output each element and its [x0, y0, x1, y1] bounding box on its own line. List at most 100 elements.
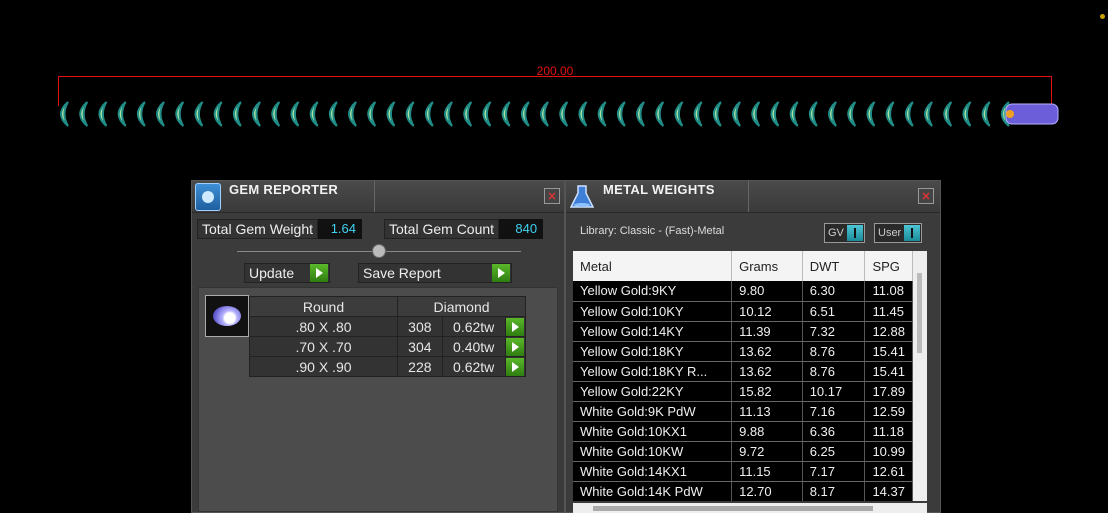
metal-dwt: 6.25 [802, 441, 866, 462]
metal-row[interactable]: Yellow Gold:10KY 10.12 6.51 11.45 [573, 301, 913, 322]
chain-link [271, 101, 281, 127]
metal-name: White Gold:14KX1 [573, 461, 733, 482]
gem-row-go-button[interactable] [504, 316, 527, 337]
gem-row[interactable]: .80 X .80 308 0.62tw [249, 316, 527, 337]
play-arrow-icon [506, 317, 525, 336]
metal-row[interactable]: White Gold:14KX1 11.15 7.17 12.61 [573, 461, 913, 482]
metal-row[interactable]: Yellow Gold:18KY 13.62 8.76 15.41 [573, 341, 913, 362]
metal-name: White Gold:10KX1 [573, 421, 733, 442]
chain-model[interactable] [48, 98, 1068, 130]
metal-row[interactable]: White Gold:14K PdW 12.70 8.17 14.37 [573, 481, 913, 501]
gv-toggle[interactable]: GV [824, 223, 865, 243]
metal-row[interactable]: Yellow Gold:18KY R... 13.62 8.76 15.41 [573, 361, 913, 382]
chain-link [693, 101, 703, 127]
metal-dwt: 6.30 [802, 281, 866, 302]
round-gem-thumbnail[interactable] [205, 295, 249, 337]
chain-link [79, 101, 89, 127]
gem-weight: 0.62tw [441, 316, 506, 337]
chain-link [655, 101, 665, 127]
metal-spg: 11.08 [864, 281, 913, 302]
splitter-handle[interactable] [372, 244, 386, 258]
metal-name: White Gold:9K PdW [573, 401, 733, 422]
vertical-scrollbar-thumb[interactable] [917, 273, 922, 353]
gem-weight: 0.62tw [441, 356, 506, 377]
metal-grams: 11.39 [731, 321, 803, 342]
chain-link [213, 101, 223, 127]
user-toggle[interactable]: User [874, 223, 923, 243]
total-gem-count-label: Total Gem Count [384, 219, 500, 239]
metal-weights-titlebar[interactable]: METAL WEIGHTS × [566, 181, 940, 213]
metal-grams: 15.82 [731, 381, 803, 402]
metal-column-header[interactable]: DWT [802, 251, 866, 281]
chain-link [789, 101, 799, 127]
chain-link [348, 101, 357, 127]
gem-reporter-titlebar[interactable]: GEM REPORTER × [192, 181, 564, 213]
vertical-scrollbar[interactable] [913, 251, 927, 501]
chain-link [501, 101, 511, 127]
chain-link [386, 101, 396, 127]
metal-column-header[interactable]: Metal [573, 251, 733, 281]
gem-count: 308 [397, 316, 443, 337]
metal-grams: 12.70 [731, 481, 803, 501]
chain-link [712, 101, 722, 127]
metal-grams: 9.80 [731, 281, 803, 302]
metal-grams: 13.62 [731, 341, 803, 362]
chain-link [424, 101, 434, 127]
metal-row[interactable]: Yellow Gold:9KY 9.80 6.30 11.08 [573, 281, 913, 302]
metal-row[interactable]: Yellow Gold:14KY 11.39 7.32 12.88 [573, 321, 913, 342]
metal-grams: 9.72 [731, 441, 803, 462]
metal-spg: 12.59 [864, 401, 913, 422]
metal-grams: 10.12 [731, 301, 803, 322]
metal-dwt: 10.17 [802, 381, 866, 402]
metal-row[interactable]: White Gold:9K PdW 11.13 7.16 12.59 [573, 401, 913, 422]
update-button-label: Update [249, 265, 295, 281]
metal-row[interactable]: Yellow Gold:22KY 15.82 10.17 17.89 [573, 381, 913, 402]
metal-spg: 14.37 [864, 481, 913, 501]
chain-link [578, 101, 588, 127]
metal-dwt: 7.17 [802, 461, 866, 482]
chain-link [175, 101, 185, 127]
total-gem-weight-field: Total Gem Weight 1.64 [197, 219, 363, 239]
chain-link [904, 101, 914, 127]
3d-viewport[interactable]: 200.00 [0, 0, 1108, 180]
chain-link [597, 101, 607, 127]
library-label: Library: Classic - (Fast)-Metal [580, 225, 725, 237]
metal-column-header[interactable]: SPG [864, 251, 913, 281]
metal-row[interactable]: White Gold:10KW 9.72 6.25 10.99 [573, 441, 913, 462]
chain-link [847, 101, 857, 127]
horizontal-scrollbar[interactable] [573, 503, 927, 513]
chain-link [98, 101, 108, 127]
gem-list: Round Diamond .80 X .80 308 0.62tw .70 X .7… [198, 287, 558, 512]
chain-link [309, 101, 319, 127]
metal-dwt: 8.76 [802, 341, 866, 362]
gem-reporter-panel: GEM REPORTER × Total Gem Weight 1.64 Tot… [191, 180, 565, 513]
gem-row-go-button[interactable] [504, 356, 527, 377]
metal-dwt: 7.32 [802, 321, 866, 342]
chain-link [674, 101, 684, 127]
gem-row[interactable]: .90 X .90 228 0.62tw [249, 356, 527, 377]
gem-row[interactable]: .70 X .70 304 0.40tw [249, 336, 527, 357]
metal-grams: 13.62 [731, 361, 803, 382]
save-report-button[interactable]: Save Report [358, 263, 512, 283]
chain-link [732, 101, 741, 127]
metal-spg: 15.41 [864, 361, 913, 382]
metal-grams: 9.88 [731, 421, 803, 442]
metal-column-header[interactable]: Grams [731, 251, 803, 281]
horizontal-scrollbar-thumb[interactable] [593, 506, 873, 511]
gem-size: .90 X .90 [249, 356, 398, 377]
flask-icon [569, 185, 595, 208]
metal-name: White Gold:14K PdW [573, 481, 733, 501]
update-button[interactable]: Update [244, 263, 330, 283]
chain-link [885, 101, 895, 127]
chain-link [367, 101, 377, 127]
chain-link [616, 101, 626, 127]
metal-row[interactable]: White Gold:10KX1 9.88 6.36 11.18 [573, 421, 913, 442]
gem-count: 228 [397, 356, 443, 377]
metal-dwt: 6.36 [802, 421, 866, 442]
chain-link [463, 101, 473, 127]
close-icon[interactable]: × [544, 188, 560, 204]
play-arrow-icon [506, 357, 525, 376]
chain-link [559, 101, 569, 127]
close-icon[interactable]: × [918, 188, 934, 204]
gem-row-go-button[interactable] [504, 336, 527, 357]
